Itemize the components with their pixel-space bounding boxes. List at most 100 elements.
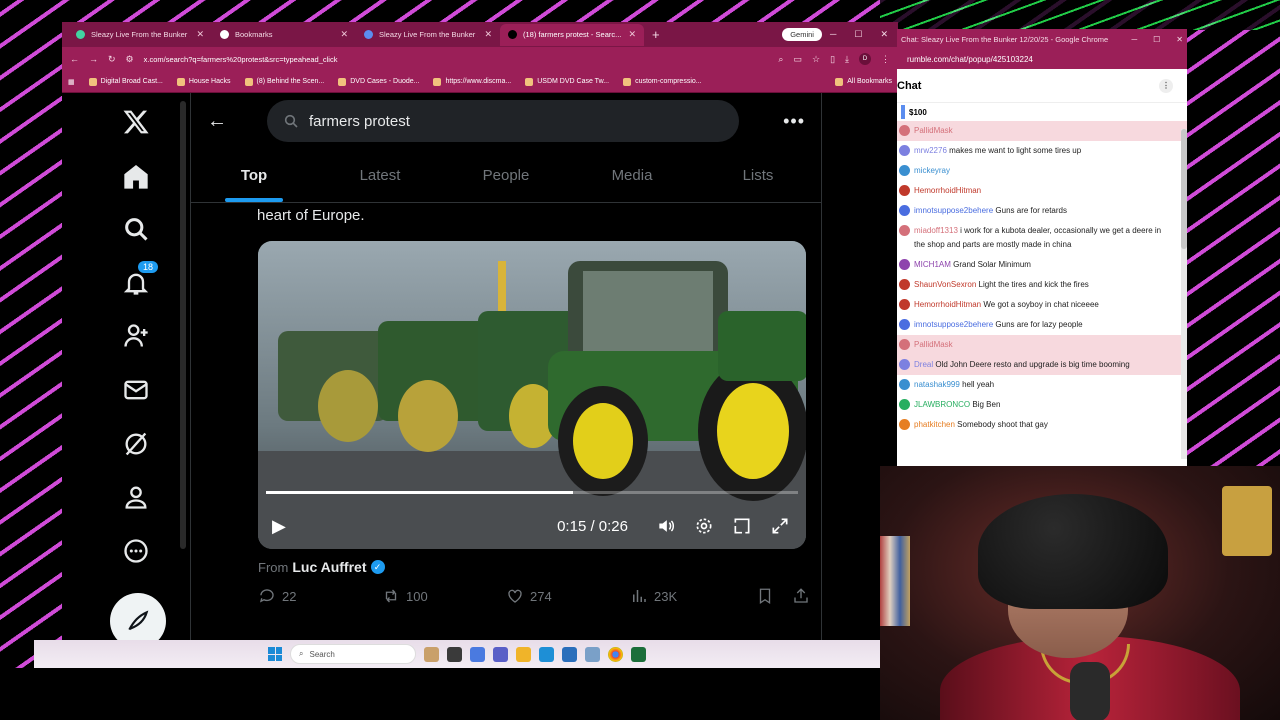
tab-people[interactable]: People [443,149,569,202]
chrome-app-icon[interactable] [608,646,623,662]
tab-media[interactable]: Media [569,149,695,202]
chat-username[interactable]: natashak999 [914,380,960,389]
bookmark-item[interactable]: custom-compressio... [623,77,702,86]
new-tab-button[interactable]: + [644,27,668,42]
chat-username[interactable]: JLAWBRONCO [914,400,970,409]
user-avatar[interactable] [899,339,910,350]
from-user-link[interactable]: Luc Auffret [292,559,366,575]
close-icon[interactable]: ✕ [880,29,888,40]
grok-icon[interactable] [122,430,154,462]
bookmark-item[interactable]: House Hacks [176,77,231,86]
user-avatar[interactable] [899,125,910,136]
chat-username[interactable]: imnotsuppose2behere [914,320,993,329]
back-arrow-icon[interactable]: ← [207,110,227,133]
chat-username[interactable]: mrw2276 [914,146,947,155]
chat-username[interactable]: MICH1AM [914,260,951,269]
all-bookmarks-button[interactable]: All Bookmarks [835,77,892,86]
site-info-icon[interactable]: ⚙ [126,54,134,65]
user-avatar[interactable] [899,259,910,270]
like-button[interactable]: 274 [506,587,630,605]
user-avatar[interactable] [899,419,910,430]
chat-username[interactable]: PallidMask [914,126,953,135]
user-avatar[interactable] [899,145,910,156]
user-avatar[interactable] [899,299,910,310]
forward-arrow-icon[interactable]: → [89,54,98,64]
explore-search-icon[interactable] [122,215,154,247]
windows-start-icon[interactable] [268,647,282,661]
reply-button[interactable]: 22 [258,587,382,605]
x-logo-icon[interactable] [122,108,154,140]
browser-tab[interactable]: Sleazy Live From the Bunker 12/... ✕ [356,24,500,46]
chat-username[interactable]: phatkitchen [914,420,955,429]
bookmark-item[interactable]: https://www.discma... [433,77,511,86]
chat-username[interactable]: ShaunVonSexron [914,280,976,289]
cast-icon[interactable]: ▭ [793,54,802,65]
compose-post-button[interactable] [110,593,166,642]
maximize-icon[interactable]: ☐ [1153,35,1160,44]
widget-app-icon[interactable] [424,646,439,662]
profile-avatar[interactable]: D [859,53,871,65]
chat-username[interactable]: HemorrhoidHitman [914,186,981,195]
copilot-app-icon[interactable] [470,646,485,662]
follow-person-add-icon[interactable] [122,322,154,354]
chat-scroll-thumb[interactable] [1181,129,1187,249]
chat-username[interactable]: Dreal [914,360,933,369]
picture-in-picture-icon[interactable] [730,514,754,538]
store-app-icon[interactable] [562,646,577,662]
tab-lists[interactable]: Lists [695,149,821,202]
minimize-icon[interactable]: ─ [830,29,836,40]
search-input[interactable]: farmers protest [267,100,739,142]
bookmark-item[interactable]: (8) Behind the Scen... [244,77,324,86]
bookmark-item[interactable]: USDM DVD Case Tw... [525,77,609,86]
home-icon[interactable] [122,163,154,195]
maximize-icon[interactable]: ☐ [854,29,862,40]
repost-button[interactable]: 100 [382,587,506,605]
url-field[interactable]: x.com/search?q=farmers%20protest&src=typ… [144,55,769,64]
user-avatar[interactable] [899,185,910,196]
file-explorer-icon[interactable] [516,646,531,662]
star-icon[interactable]: ☆ [812,54,820,65]
chat-username[interactable]: miadoff1313 [914,226,958,235]
user-avatar[interactable] [899,359,910,370]
video-player[interactable]: ▶ 0:15 / 0:26 [258,241,806,549]
browser-tab[interactable]: (18) farmers protest - Searc... ✕ [500,23,644,46]
chat-username[interactable]: HemorrhoidHitman [914,300,981,309]
app-icon-green[interactable] [631,646,646,662]
user-avatar[interactable] [899,379,910,390]
close-icon[interactable]: ✕ [1176,35,1183,44]
share-icon[interactable] [792,587,810,605]
gemini-button[interactable]: Gemini [782,28,822,41]
chat-scrollbar[interactable] [1181,129,1187,459]
bookmark-item[interactable]: Digital Broad Cast... [88,77,163,86]
profile-person-icon[interactable] [122,483,154,515]
user-avatar[interactable] [899,399,910,410]
chat-username[interactable]: PallidMask [914,340,953,349]
notifications-bell-icon[interactable]: 18 [122,261,159,301]
rant-bar[interactable]: $100 [897,103,1187,121]
reload-icon[interactable]: ↻ [108,54,116,65]
more-options-icon[interactable]: ••• [783,111,805,132]
sidebar-icon[interactable]: ▯ [830,54,835,65]
user-avatar[interactable] [899,205,910,216]
left-scrollbar[interactable] [180,101,186,549]
tab-close-icon[interactable]: ✕ [196,29,204,40]
chat-menu-icon[interactable]: ⋮ [1159,78,1173,93]
zoom-icon[interactable]: ⌕ [778,54,783,65]
browser-tab[interactable]: Bookmarks ✕ [212,24,356,46]
task-view-icon[interactable] [447,646,462,662]
browser-tab[interactable]: Sleazy Live From the Bunker 12/... ✕ [68,24,212,46]
chat-username[interactable]: imnotsuppose2behere [914,206,993,215]
user-avatar[interactable] [899,225,910,236]
bookmark-icon[interactable] [756,587,774,605]
settings-gear-icon[interactable] [692,514,716,538]
messages-envelope-icon[interactable] [122,376,154,408]
more-circle-icon[interactable] [122,537,154,569]
user-avatar[interactable] [899,165,910,176]
fullscreen-icon[interactable] [768,514,792,538]
user-avatar[interactable] [899,319,910,330]
tab-close-icon[interactable]: ✕ [340,29,348,40]
app-icon[interactable] [585,646,600,662]
chat-username[interactable]: mickeyray [914,166,950,175]
edge-browser-icon[interactable] [539,646,554,662]
views-button[interactable]: 23K [630,587,754,605]
